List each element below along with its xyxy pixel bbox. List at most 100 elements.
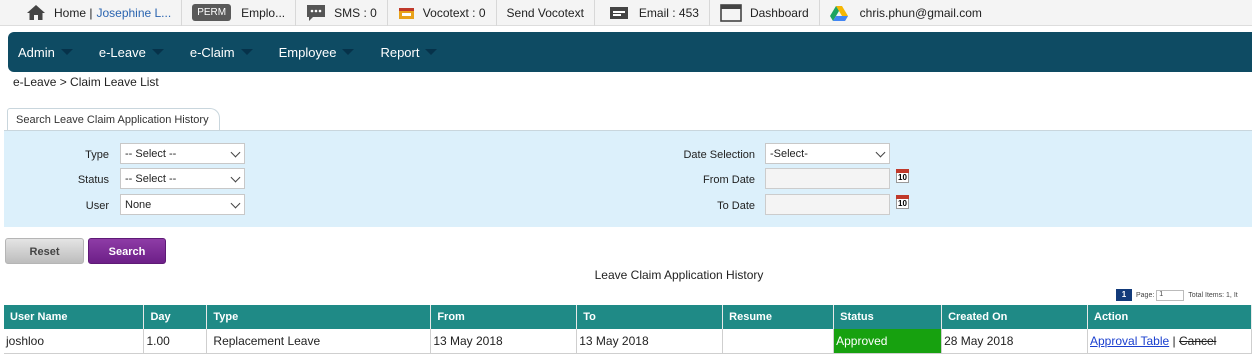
type-label: Type (85, 149, 109, 161)
table-row: joshloo 1.00 Replacement Leave 13 May 20… (4, 329, 1252, 354)
to-date-label: To Date (717, 200, 755, 212)
chevron-down-icon (230, 172, 241, 183)
page-number-current[interactable]: 1 (1116, 289, 1132, 301)
search-panel: Type -- Select -- Status -- Select -- Us… (4, 131, 1252, 227)
vocotext-label: Vocotext : 0 (422, 5, 486, 20)
home-label: Home | (54, 5, 93, 20)
cell-resume (722, 329, 835, 354)
approval-table-link[interactable]: Approval Table (1090, 334, 1169, 348)
sms-link[interactable]: SMS : 0 (296, 0, 388, 26)
google-drive-icon (829, 5, 848, 21)
sms-label: SMS : 0 (334, 5, 377, 20)
cell-to: 13 May 2018 (576, 329, 724, 354)
caret-down-icon (342, 49, 355, 55)
calendar-icon[interactable]: 10 (896, 195, 909, 209)
col-type[interactable]: Type (206, 305, 432, 329)
send-vocotext-label: Send Vocotext (506, 5, 584, 20)
vocotext-link[interactable]: Vocotext : 0 (388, 0, 497, 26)
nav-employee[interactable]: Employee (279, 45, 355, 60)
calendar-day: 10 (898, 173, 907, 182)
status-label: Status (77, 174, 109, 186)
account-email: chris.phun@gmail.com (859, 5, 982, 20)
table-header-row: User Name Day Type From To Resume Status… (4, 305, 1252, 329)
cell-action: Approval Table | Cancel (1087, 329, 1252, 354)
breadcrumb: e-Leave > Claim Leave List (13, 75, 159, 89)
status-select[interactable]: -- Select -- (120, 168, 245, 189)
page-select[interactable]: 1 (1156, 289, 1185, 301)
nav-report[interactable]: Report (380, 44, 438, 60)
calendar-icon[interactable]: 10 (896, 169, 909, 183)
cell-from: 13 May 2018 (430, 329, 578, 354)
nav-employee-label: Employee (278, 44, 337, 60)
table-title: Leave Claim Application History (594, 268, 764, 282)
cell-created-on: 28 May 2018 (941, 329, 1088, 354)
col-created-on[interactable]: Created On (941, 305, 1088, 329)
col-to[interactable]: To (576, 305, 724, 329)
date-selection-label: Date Selection (683, 149, 755, 161)
action-separator: | (1172, 333, 1176, 348)
google-account-link[interactable]: chris.phun@gmail.com (820, 0, 992, 26)
col-user-name[interactable]: User Name (4, 305, 145, 329)
main-nav: Admin e-Leave e-Claim Employee Report (8, 32, 1252, 72)
status-select-value: -- Select -- (125, 173, 177, 185)
chevron-down-icon (230, 147, 241, 158)
cell-day: 1.00 (143, 329, 208, 354)
type-select[interactable]: -- Select -- (120, 143, 245, 164)
type-select-value: -- Select -- (125, 148, 177, 160)
col-from[interactable]: From (430, 305, 578, 329)
home-icon (26, 4, 46, 21)
cell-user-name: joshloo (4, 329, 145, 354)
chat-bubble-icon (306, 4, 326, 22)
nav-e-claim-label: e-Claim (189, 44, 235, 60)
cell-type: Replacement Leave (206, 329, 432, 354)
email-label: Email : 453 (638, 5, 699, 20)
leave-claim-table: User Name Day Type From To Resume Status… (4, 305, 1252, 354)
col-status[interactable]: Status (833, 305, 943, 329)
calendar-day: 10 (898, 199, 907, 208)
email-icon (609, 5, 629, 21)
from-date-input[interactable] (765, 168, 890, 189)
nav-e-leave-label: e-Leave (98, 44, 146, 60)
nav-report-label: Report (380, 44, 420, 60)
search-button[interactable]: Search (88, 238, 166, 264)
user-name-link[interactable]: Josephine L... (96, 6, 171, 20)
home-link[interactable]: Home | Josephine L... (0, 0, 183, 26)
status-badge: Approved (833, 329, 943, 354)
send-vocotext-link[interactable]: Send Vocotext (497, 0, 595, 26)
col-resume[interactable]: Resume (722, 305, 835, 329)
chevron-down-icon (230, 198, 241, 209)
nav-admin-label: Admin (18, 44, 55, 60)
cancel-link[interactable]: Cancel (1179, 334, 1216, 348)
user-select[interactable]: None (120, 194, 245, 215)
nav-e-leave[interactable]: e-Leave (99, 45, 164, 60)
caret-down-icon (60, 49, 73, 55)
from-date-label: From Date (703, 174, 755, 186)
user-select-value: None (125, 199, 152, 211)
employee-link[interactable]: PERM Emplo... (182, 0, 297, 26)
reset-button[interactable]: Reset (5, 238, 84, 264)
top-bar: Home | Josephine L... PERM Emplo... SMS … (0, 0, 1252, 26)
dashboard-label: Dashboard (749, 5, 809, 20)
total-items-label: Total Items: 1, It (1188, 291, 1238, 299)
caret-down-icon (425, 49, 438, 55)
vocotext-icon (398, 5, 415, 21)
window-icon (720, 3, 742, 22)
col-day[interactable]: Day (143, 305, 208, 329)
date-selection-select[interactable]: -Select- (765, 143, 890, 164)
to-date-input[interactable] (765, 194, 890, 215)
dashboard-link[interactable]: Dashboard (710, 0, 820, 26)
nav-admin[interactable]: Admin (18, 45, 73, 60)
chevron-down-icon (875, 147, 886, 158)
email-link[interactable]: Email : 453 (595, 0, 710, 26)
page-label: Page: (1136, 291, 1155, 299)
col-action: Action (1087, 305, 1252, 329)
perm-badge: PERM (192, 4, 232, 21)
pager: 1 Page: 1 Total Items: 1, It (1116, 289, 1238, 301)
user-label: User (85, 200, 109, 212)
caret-down-icon (151, 49, 164, 55)
employee-label: Emplo... (241, 5, 286, 20)
date-selection-value: -Select- (770, 148, 808, 160)
page-select-value: 1 (1159, 290, 1164, 298)
tab-search-history[interactable]: Search Leave Claim Application History (7, 108, 220, 131)
nav-e-claim[interactable]: e-Claim (190, 45, 253, 60)
